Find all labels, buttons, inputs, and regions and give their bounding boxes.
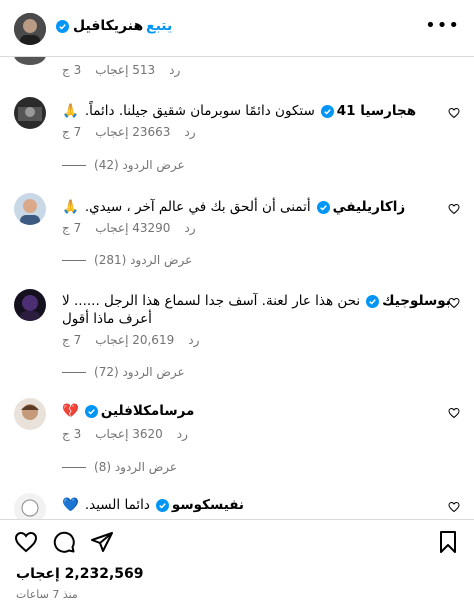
post-timestamp: منذ 7 ساعات [16, 588, 78, 601]
comment-meta: رد 513 إعجاب 3 ج [62, 63, 180, 77]
view-replies-button[interactable]: عرض الردود (72) [62, 365, 185, 379]
verified-badge-icon [155, 498, 169, 512]
view-replies-label[interactable]: عرض الردود (281) [94, 253, 192, 267]
comment-text: دائما السيد. [84, 497, 150, 513]
comment-username-text[interactable]: زاكاريليفي [333, 199, 406, 215]
comment-like-count[interactable]: 3620 إعجاب [95, 427, 163, 441]
comment-body: بوسلوجيك نحن هذا عار لعنة. آسف جدا لسماع… [62, 293, 451, 309]
comment-age: 3 ج [62, 63, 82, 77]
comment-body-cont: أعرف ماذا أقول [62, 311, 152, 327]
view-replies-label[interactable]: عرض الردود (8) [94, 460, 177, 474]
replies-dash [62, 371, 86, 373]
verified-badge-icon [84, 404, 98, 418]
comment-text-line2: أعرف ماذا أقول [62, 311, 152, 327]
comment-like-count[interactable]: 23663 إعجاب [95, 125, 170, 139]
post-header: هنريكافيل • يتبع ••• [0, 0, 474, 57]
view-replies-button[interactable]: عرض الردود (281) [62, 253, 192, 267]
comment-username-text[interactable]: نفيسكوسو [172, 497, 244, 513]
view-replies-label[interactable]: عرض الردود (72) [94, 365, 185, 379]
comment-avatar[interactable] [14, 57, 46, 65]
follow-button[interactable]: يتبع [146, 18, 172, 34]
emoji-pray-icon: 🙏 [62, 199, 79, 215]
author-name[interactable]: هنريكافيل [56, 18, 143, 34]
view-replies-button[interactable]: عرض الردود (8) [62, 460, 177, 474]
comment-body: نفيسكوسو دائما السيد. 💙 [62, 497, 244, 513]
comment-age: 7 ج [62, 221, 82, 235]
author-avatar-image [14, 13, 46, 45]
comment-reply-button[interactable]: رد [188, 333, 199, 347]
comment-username-text[interactable]: بوسلوجيك [382, 293, 451, 309]
verified-badge-icon [316, 200, 330, 214]
avatar-image [14, 97, 46, 129]
comment-username[interactable]: بوسلوجيك [366, 293, 451, 309]
like-heart-icon[interactable] [14, 530, 38, 554]
replies-dash [62, 466, 86, 468]
comment-bubble-icon[interactable] [52, 530, 76, 554]
comment-meta: رد 23663 إعجاب 7 ج [62, 125, 196, 139]
comment-body: هجارسيا 41 ستكون دائمًا سوبرمان شقيق جيل… [62, 103, 416, 119]
emoji-broken-heart-icon: 💔 [62, 403, 79, 419]
verified-badge-icon [366, 294, 380, 308]
comment-meta: رد 3620 إعجاب 3 ج [62, 427, 188, 441]
verified-badge-icon [320, 104, 334, 118]
comment-meta: رد 43290 إعجاب 7 ج [62, 221, 196, 235]
comment-username-text[interactable]: مرسامكلافلين [101, 403, 195, 419]
avatar-image [14, 193, 46, 225]
comment-age: 7 ج [62, 333, 82, 347]
post-like-count[interactable]: 2,232,569 إعجاب [16, 566, 143, 582]
view-replies-label[interactable]: عرض الردود (42) [94, 158, 185, 172]
comment-meta: رد 20,619 إعجاب 7 ج [62, 333, 199, 347]
comments-list[interactable]: رد 513 إعجاب 3 ج هجارسيا 41 ستكون دائمًا… [0, 57, 474, 519]
comment-reply-button[interactable]: رد [169, 63, 180, 77]
comment-like-count[interactable]: 513 إعجاب [95, 63, 155, 77]
replies-dash [62, 164, 86, 166]
bookmark-icon[interactable] [436, 530, 460, 554]
comment-username[interactable]: هجارسيا 41 [320, 103, 416, 119]
comment-avatar[interactable] [14, 289, 46, 321]
comment-avatar[interactable] [14, 97, 46, 129]
comment-like-count[interactable]: 20,619 إعجاب [95, 333, 174, 347]
avatar-image [14, 493, 46, 519]
avatar-image [14, 289, 46, 321]
post-actions-bar: 2,232,569 إعجاب منذ 7 ساعات [0, 519, 474, 601]
separator-dot: • [134, 20, 143, 36]
verified-badge-icon [56, 19, 69, 33]
comment-age: 7 ج [62, 125, 82, 139]
comment-reply-button[interactable]: رد [184, 221, 195, 235]
comment-text-line1: نحن هذا عار لعنة. آسف جدا لسماع هذا الرج… [62, 293, 361, 309]
comment-reply-button[interactable]: رد [184, 125, 195, 139]
comment-avatar[interactable] [14, 493, 46, 519]
comment-username[interactable]: مرسامكلافلين [84, 403, 195, 419]
comment-like-count[interactable]: 43290 إعجاب [95, 221, 170, 235]
emoji-blue-heart-icon: 💙 [62, 497, 79, 513]
comment-username[interactable]: زاكاريليفي [316, 199, 406, 215]
author-username[interactable]: هنريكافيل [73, 18, 143, 34]
author-avatar[interactable] [14, 13, 46, 45]
comment-like-heart-icon[interactable] [448, 501, 460, 513]
view-replies-button[interactable]: عرض الردود (42) [62, 158, 185, 172]
comment-body: زاكاريليفي أتمنى أن ألحق بك في عالم آخر … [62, 199, 405, 215]
comment-avatar[interactable] [14, 193, 46, 225]
comment-like-heart-icon[interactable] [448, 407, 460, 419]
comment-age: 3 ج [62, 427, 82, 441]
replies-dash [62, 259, 86, 261]
more-options-icon[interactable]: ••• [425, 15, 460, 36]
share-send-icon[interactable] [90, 530, 114, 554]
comment-reply-button[interactable]: رد [177, 427, 188, 441]
comment-body: مرسامكلافلين 💔 [62, 403, 194, 419]
comment-text: ستكون دائمًا سوبرمان شقيق جيلنا. دائماً. [84, 103, 315, 119]
comment-username-text[interactable]: هجارسيا 41 [337, 103, 416, 119]
comment-username[interactable]: نفيسكوسو [155, 497, 244, 513]
comment-avatar[interactable] [14, 398, 46, 430]
comment-like-heart-icon[interactable] [448, 203, 460, 215]
comment-like-heart-icon[interactable] [448, 107, 460, 119]
comment-like-heart-icon[interactable] [448, 297, 460, 309]
comment-text: أتمنى أن ألحق بك في عالم آخر ، سيدي. [84, 199, 311, 215]
emoji-pray-icon: 🙏 [62, 103, 79, 119]
avatar-image [14, 398, 46, 430]
